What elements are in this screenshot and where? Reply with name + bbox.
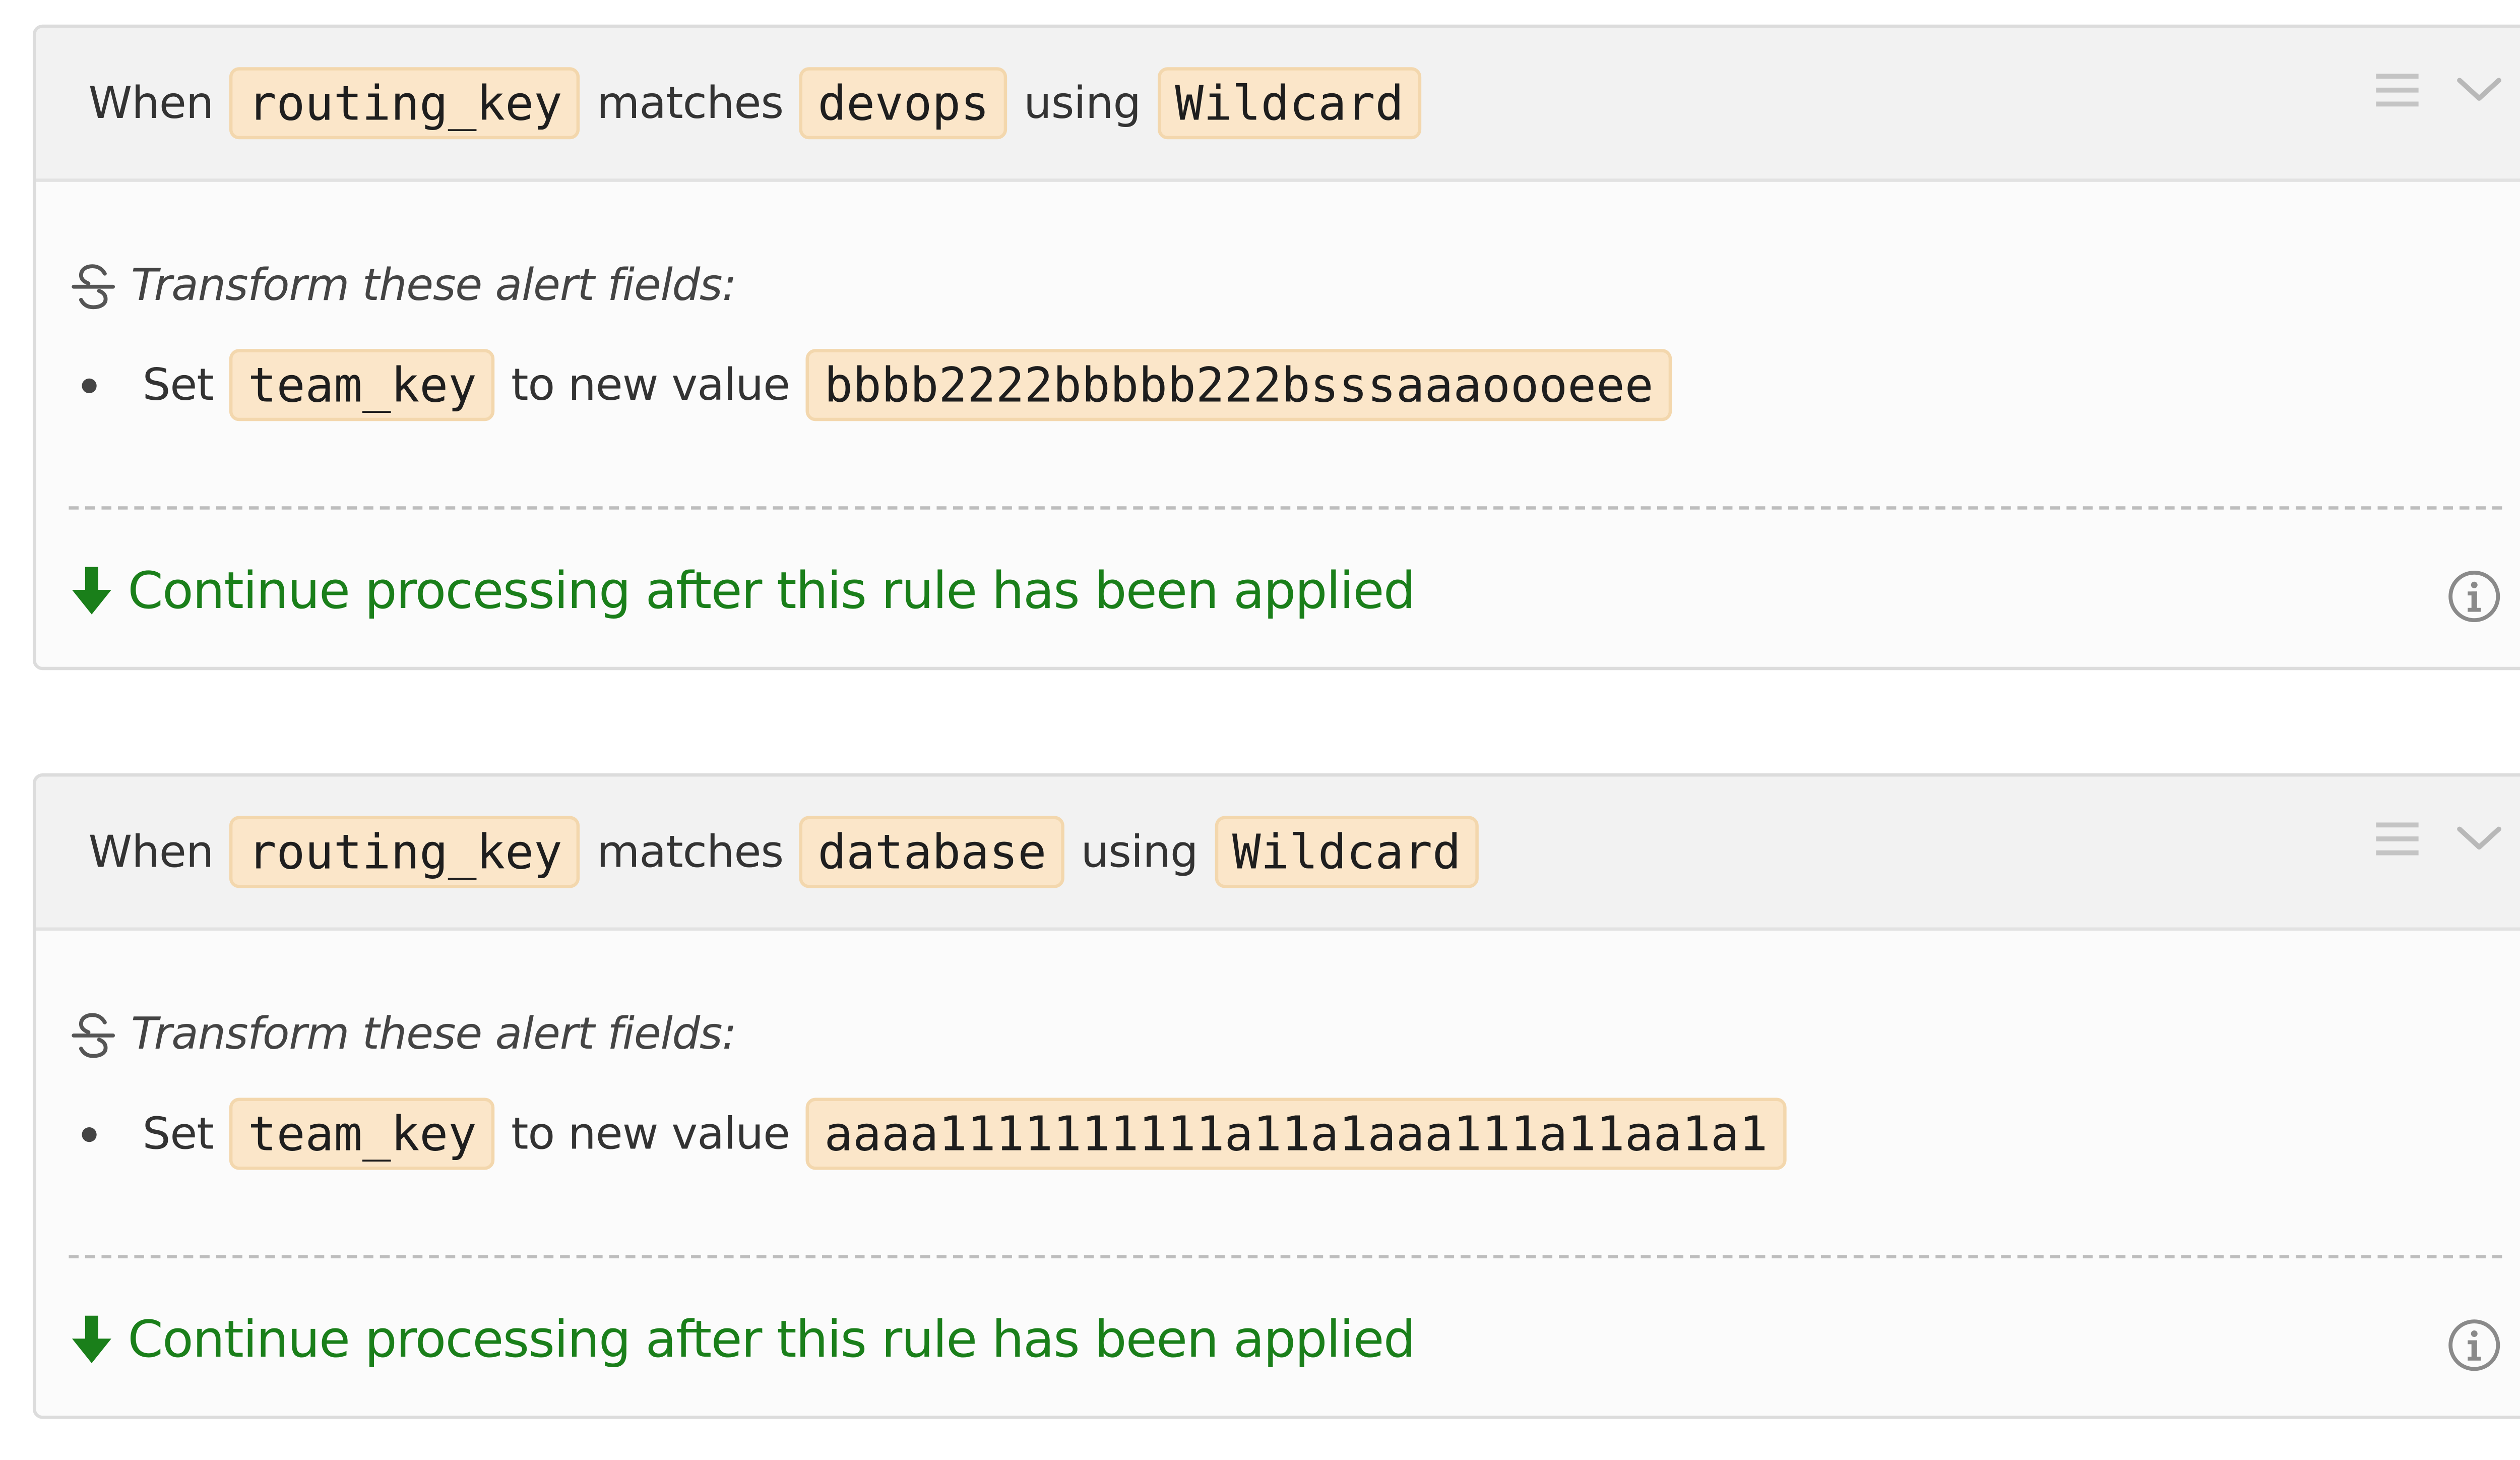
info-icon[interactable] (2446, 1317, 2502, 1373)
chevron-down-icon[interactable] (2453, 64, 2505, 116)
bullet (82, 1126, 97, 1141)
info-icon[interactable] (2446, 569, 2502, 625)
continue-processing-text: Continue processing after this rule has … (128, 1311, 1415, 1370)
rule-header[interactable]: When routing_key matches database using … (36, 776, 2520, 931)
transform-section-title: Transform these alert fields: (69, 260, 737, 312)
condition-pattern-token: database (799, 816, 1065, 888)
rule-header[interactable]: When routing_key matches devops using Wi… (36, 28, 2520, 182)
chevron-down-icon[interactable] (2453, 813, 2505, 865)
when-label: When (88, 78, 214, 129)
using-label: using (1024, 78, 1141, 129)
rule-card: When routing_key matches database using … (32, 773, 2520, 1419)
continue-processing-option[interactable]: Continue processing after this rule has … (69, 1311, 1416, 1370)
to-new-value-label: to new value (511, 1108, 790, 1160)
drag-handle-icon[interactable] (2371, 64, 2424, 116)
rule-header-actions (2371, 813, 2505, 865)
condition-field-token: routing_key (229, 67, 581, 140)
transform-section-title: Transform these alert fields: (69, 1009, 737, 1060)
transform-title-text: Transform these alert fields: (131, 260, 737, 312)
continue-processing-option[interactable]: Continue processing after this rule has … (69, 562, 1416, 621)
condition-pattern-token: devops (799, 67, 1007, 140)
divider (69, 506, 2502, 510)
bullet (82, 378, 97, 393)
match-type-token: Wildcard (1157, 67, 1422, 140)
continue-processing-text: Continue processing after this rule has … (128, 562, 1415, 621)
condition-field-token: routing_key (229, 816, 581, 888)
set-label: Set (142, 1108, 214, 1160)
new-value-token: bbbb2222bbbbb222bsssaaaoooeee (806, 349, 1672, 421)
target-field-token: team_key (230, 349, 495, 421)
divider (69, 1255, 2502, 1258)
strikethrough-s-icon (69, 261, 117, 311)
rules-list: When routing_key matches devops using Wi… (0, 0, 2520, 1460)
rule-card: When routing_key matches devops using Wi… (32, 24, 2520, 671)
to-new-value-label: to new value (511, 359, 790, 411)
arrow-down-icon (69, 1312, 114, 1368)
strikethrough-s-icon (69, 1010, 117, 1060)
transform-action-item: Set team_key to new value bbbb2222bbbbb2… (82, 349, 1687, 421)
transform-action-item: Set team_key to new value aaaa1111111111… (82, 1098, 1802, 1170)
arrow-down-icon (69, 564, 114, 620)
new-value-token: aaaa1111111111a11a1aaa111a11aa1a1 (806, 1098, 1786, 1170)
drag-handle-icon[interactable] (2371, 813, 2424, 865)
transform-title-text: Transform these alert fields: (131, 1009, 737, 1060)
matches-label: matches (596, 826, 784, 878)
target-field-token: team_key (230, 1098, 495, 1170)
using-label: using (1081, 826, 1199, 878)
rule-header-actions (2371, 64, 2505, 116)
set-label: Set (142, 359, 214, 411)
match-type-token: Wildcard (1214, 816, 1479, 888)
matches-label: matches (596, 78, 784, 129)
when-label: When (88, 826, 214, 878)
